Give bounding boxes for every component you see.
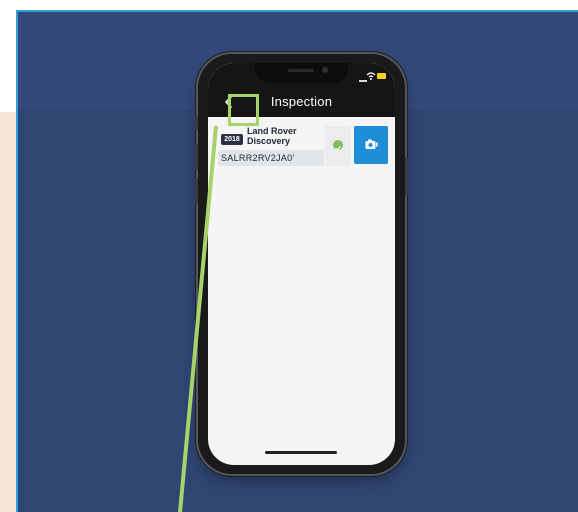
- pointer-line: [178, 125, 218, 512]
